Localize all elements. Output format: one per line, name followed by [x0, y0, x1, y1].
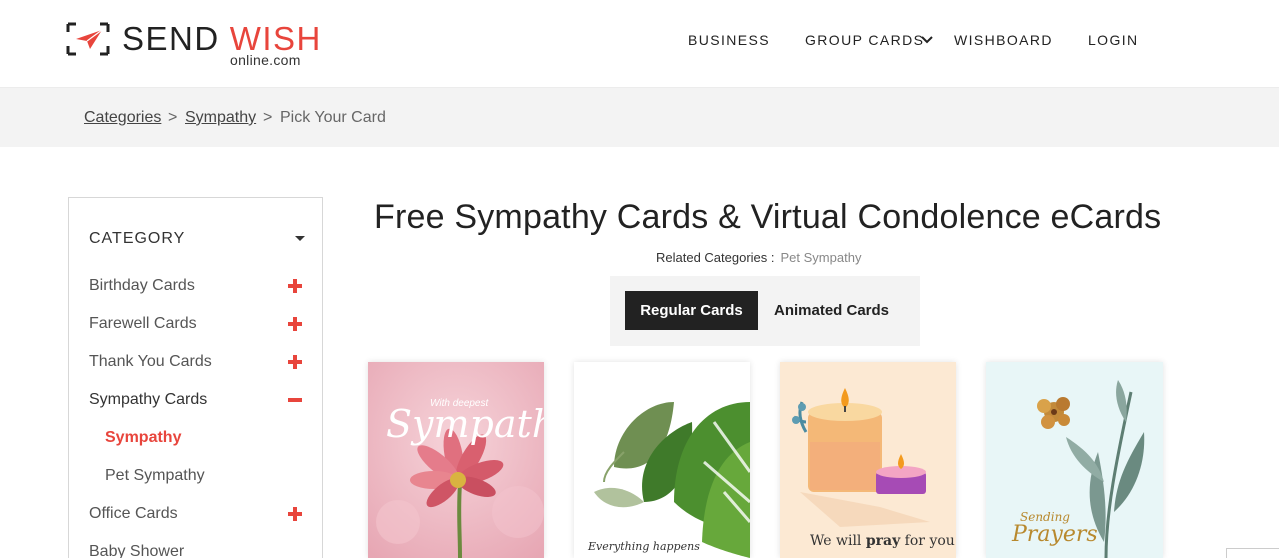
- plus-icon[interactable]: [288, 507, 302, 521]
- nav-login[interactable]: LOGIN: [1088, 32, 1139, 48]
- minus-icon[interactable]: [288, 393, 302, 407]
- plus-icon[interactable]: [288, 279, 302, 293]
- chevron-down-icon[interactable]: [920, 35, 934, 45]
- sidebar-item-sympathy[interactable]: Sympathy Cards: [89, 391, 207, 409]
- paper-plane-logo-icon: [66, 22, 110, 56]
- sidebar-item-thank-you[interactable]: Thank You Cards: [89, 353, 212, 371]
- sidebar-item-birthday[interactable]: Birthday Cards: [89, 277, 195, 295]
- plus-icon[interactable]: [288, 355, 302, 369]
- related-categories: Related Categories : Pet Sympathy: [656, 250, 861, 265]
- card-sending-prayers[interactable]: Sending Prayers: [986, 362, 1163, 558]
- card-sympathy-candles[interactable]: We will pray for you: [780, 362, 956, 558]
- site-logo[interactable]: SEND WISH online.com: [66, 18, 320, 70]
- sidebar-item-farewell[interactable]: Farewell Cards: [89, 315, 197, 333]
- sidebar-subitem-sympathy[interactable]: Sympathy: [105, 429, 181, 447]
- plus-icon[interactable]: [288, 317, 302, 331]
- sidebar-item-office[interactable]: Office Cards: [89, 505, 178, 523]
- card-caption: Everything happens: [588, 540, 700, 553]
- breadcrumb: Categories > Sympathy > Pick Your Card: [0, 88, 1279, 147]
- breadcrumb-categories[interactable]: Categories: [84, 109, 161, 127]
- breadcrumb-current: Pick Your Card: [280, 109, 386, 126]
- card-caption: We will pray for you: [810, 533, 955, 549]
- nav-group-cards[interactable]: GROUP CARDS: [805, 32, 924, 48]
- category-heading[interactable]: CATEGORY: [89, 230, 185, 248]
- card-line2: Prayers: [1012, 522, 1098, 547]
- candle-icon: [780, 362, 956, 558]
- card-sympathy-leaves[interactable]: Everything happens: [574, 362, 750, 558]
- category-sidebar: CATEGORY Birthday Cards Farewell Cards T…: [68, 197, 323, 558]
- tab-regular-cards[interactable]: Regular Cards: [625, 291, 758, 330]
- pink-flower-icon: [368, 362, 544, 558]
- card-script-text: Sympathy: [386, 402, 544, 446]
- card-sympathy-flower[interactable]: With deepest Sympathy: [368, 362, 544, 558]
- nav-business[interactable]: BUSINESS: [688, 32, 770, 48]
- corner-widget[interactable]: [1226, 548, 1279, 558]
- logo-domain: online.com: [230, 52, 301, 68]
- card-type-tabs: Regular Cards Animated Cards: [610, 276, 920, 346]
- caret-down-icon[interactable]: [295, 236, 305, 241]
- page-title: Free Sympathy Cards & Virtual Condolence…: [374, 198, 1162, 236]
- tab-animated-cards[interactable]: Animated Cards: [760, 291, 903, 330]
- breadcrumb-separator: >: [263, 109, 273, 126]
- breadcrumb-sympathy[interactable]: Sympathy: [185, 109, 256, 127]
- monstera-leaf-icon: [574, 362, 750, 558]
- related-link-pet-sympathy[interactable]: Pet Sympathy: [781, 250, 862, 265]
- related-label: Related Categories :: [656, 250, 775, 265]
- sidebar-item-baby-shower[interactable]: Baby Shower: [89, 543, 184, 558]
- site-header: SEND WISH online.com BUSINESS GROUP CARDS…: [0, 0, 1279, 88]
- nav-wishboard[interactable]: WISHBOARD: [954, 32, 1053, 48]
- sidebar-subitem-pet-sympathy[interactable]: Pet Sympathy: [105, 467, 205, 485]
- breadcrumb-separator: >: [168, 109, 178, 126]
